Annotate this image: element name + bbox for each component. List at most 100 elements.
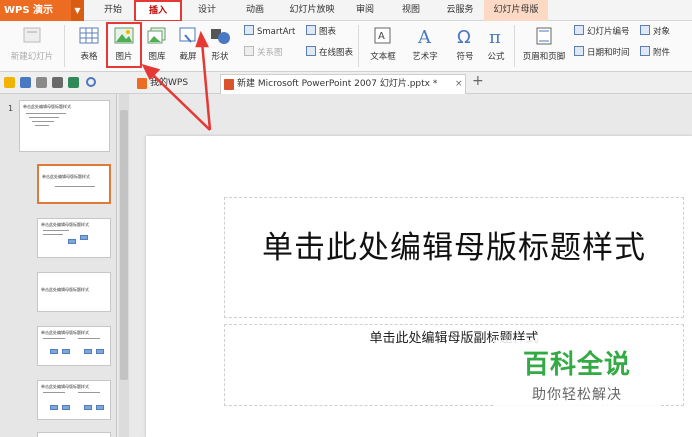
shapes-button[interactable]: 形状: [204, 21, 236, 72]
screenshot-icon: [177, 26, 199, 46]
relationship-icon: [244, 46, 254, 56]
tab-view[interactable]: 视图: [394, 0, 428, 21]
layout-thumbnail[interactable]: 单击此处编辑母版标题样式: [37, 164, 111, 204]
datetime-label: 日期和时间: [587, 48, 630, 58]
formula-button[interactable]: π 公式: [482, 21, 510, 72]
chevron-down-icon[interactable]: ▼: [71, 0, 84, 21]
open-folder-icon[interactable]: [4, 77, 15, 88]
new-slide-icon: [21, 26, 43, 46]
svg-text:Ω: Ω: [457, 27, 471, 46]
thumb-title: 单击此处编辑母版标题样式: [42, 174, 90, 179]
relationship-button[interactable]: 关系图: [244, 46, 283, 61]
thumb-title: 单击此处编辑母版标题样式: [41, 330, 89, 335]
layout-thumbnail[interactable]: 单击此处编辑母版标题样式: [37, 380, 111, 420]
formula-label: 公式: [487, 52, 505, 62]
online-chart-label: 在线图表: [319, 48, 354, 58]
object-label: 对象: [653, 27, 671, 37]
object-icon: [640, 25, 650, 35]
svg-text:π: π: [489, 27, 501, 46]
screenshot-button[interactable]: 截屏: [172, 21, 204, 72]
thumbnail-scrollbar[interactable]: [119, 94, 129, 437]
print-icon[interactable]: [52, 77, 63, 88]
header-footer-icon: [533, 26, 555, 46]
doctab-my-wps[interactable]: 我的WPS: [134, 74, 216, 94]
slide-number-button[interactable]: 幻灯片编号: [574, 25, 630, 40]
smartart-button[interactable]: SmartArt: [244, 25, 295, 40]
wordart-button[interactable]: A 艺术字: [404, 21, 446, 72]
doctab-pptx-label: 新建 Microsoft PowerPoint 2007 幻灯片.pptx *: [237, 79, 438, 89]
thumb-title: 单击此处编辑母版标题样式: [23, 104, 71, 109]
pi-icon: π: [485, 26, 507, 48]
gallery-button[interactable]: 图库: [142, 21, 172, 72]
layout-thumbnail[interactable]: 单击此处编辑母版标题样式: [37, 272, 111, 312]
undo-icon[interactable]: [86, 77, 96, 87]
scrollbar-thumb[interactable]: [120, 110, 128, 380]
tab-animation[interactable]: 动画: [238, 0, 272, 21]
object-button[interactable]: 对象: [640, 25, 670, 40]
export-icon[interactable]: [68, 77, 79, 88]
menubar: WPS 演示 ▼ 开始 插入 设计 动画 幻灯片放映 审阅 视图 云服务 幻灯片…: [0, 0, 692, 22]
paperclip-icon: [640, 46, 650, 56]
online-chart-icon: [306, 46, 316, 56]
tab-cloud[interactable]: 云服务: [440, 0, 480, 21]
new-slide-label: 新建幻灯片: [10, 52, 54, 62]
chart-label: 图表: [319, 27, 337, 37]
svg-text:A: A: [417, 27, 432, 46]
header-footer-button[interactable]: 页眉和页脚: [518, 21, 570, 72]
screenshot-label: 截屏: [179, 52, 197, 62]
textbox-button[interactable]: A 文本框: [362, 21, 404, 72]
picture-highlight-box: [106, 22, 142, 68]
print-preview-icon[interactable]: [36, 77, 47, 88]
layout-thumbnail[interactable]: 单击此处编辑母版标题样式: [37, 218, 111, 258]
ppt-file-icon: [224, 79, 234, 90]
watermark-subtitle: 助你轻松解决: [532, 387, 622, 403]
chart-button[interactable]: 图表: [306, 25, 336, 40]
tab-review[interactable]: 审阅: [348, 0, 382, 21]
table-button[interactable]: 表格: [72, 21, 106, 72]
textbox-icon: A: [372, 26, 394, 46]
symbol-button[interactable]: Ω 符号: [450, 21, 480, 72]
tab-insert[interactable]: 插入: [134, 0, 182, 22]
save-icon[interactable]: [20, 77, 31, 88]
textbox-label: 文本框: [370, 52, 396, 62]
watermark: 百科全说 助你轻松解决: [494, 340, 660, 412]
layout-thumbnail[interactable]: [37, 432, 111, 437]
doctab-my-wps-label: 我的WPS: [150, 78, 189, 88]
tab-slide-master[interactable]: 幻灯片母版: [484, 0, 548, 21]
tab-home[interactable]: 开始: [96, 0, 130, 21]
wordart-label: 艺术字: [412, 52, 438, 62]
gallery-icon: [146, 26, 168, 46]
datetime-button[interactable]: 日期和时间: [574, 46, 630, 61]
wordart-icon: A: [414, 26, 436, 48]
online-chart-button[interactable]: 在线图表: [306, 46, 353, 61]
ribbon-insert: 新建幻灯片 表格 图片 图库 截屏 形状 SmartArt 图表 关系图 在线图…: [0, 21, 692, 72]
new-slide-button[interactable]: 新建幻灯片: [4, 21, 60, 72]
svg-text:A: A: [378, 31, 385, 42]
shapes-icon: [209, 26, 231, 46]
thumb-title: 单击此处编辑母版标题样式: [41, 384, 89, 389]
calendar-icon: [574, 46, 584, 56]
add-tab-icon[interactable]: +: [472, 73, 484, 89]
close-icon[interactable]: ×: [455, 75, 463, 94]
chart-icon: [306, 25, 316, 35]
table-label: 表格: [80, 52, 98, 62]
omega-icon: Ω: [454, 26, 476, 48]
slide-number: 1: [8, 104, 14, 113]
tab-design[interactable]: 设计: [190, 0, 224, 21]
layout-thumbnail[interactable]: 单击此处编辑母版标题样式: [37, 326, 111, 366]
app-menu-button[interactable]: WPS 演示 ▼: [0, 0, 84, 21]
watermark-title: 百科全说: [522, 350, 631, 380]
title-placeholder[interactable]: 单击此处编辑母版标题样式: [224, 197, 684, 318]
tab-slideshow[interactable]: 幻灯片放映: [282, 0, 342, 21]
attachment-button[interactable]: 附件: [640, 46, 670, 61]
relationship-label: 关系图: [257, 48, 283, 58]
thumb-title: 单击此处编辑母版标题样式: [41, 287, 89, 292]
doctab-pptx[interactable]: 新建 Microsoft PowerPoint 2007 幻灯片.pptx * …: [220, 74, 466, 94]
smartart-label: SmartArt: [257, 27, 296, 37]
master-thumbnail[interactable]: 单击此处编辑母版标题样式: [19, 100, 110, 152]
thumb-title: 单击此处编辑母版标题样式: [41, 222, 89, 227]
slide-thumbnail-pane: 1 单击此处编辑母版标题样式 单击此处编辑母版标题样式 单击此处编辑母版标题样式…: [0, 94, 117, 437]
wps-logo-icon: [137, 78, 147, 89]
slide-number-label: 幻灯片编号: [587, 27, 630, 37]
smartart-icon: [244, 25, 254, 35]
